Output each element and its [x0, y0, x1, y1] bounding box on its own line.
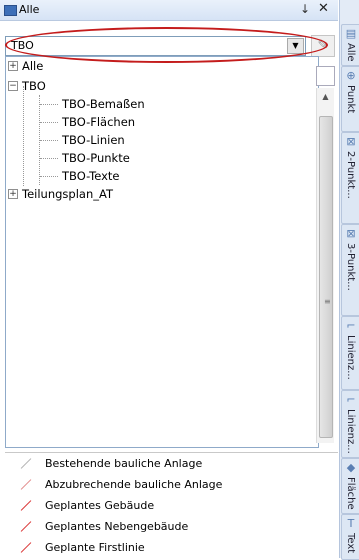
scrollbar-thumb[interactable]: ≡ — [319, 116, 333, 438]
tree-item-label: Teilungsplan_AT — [22, 187, 113, 201]
tree-item-label: TBO — [22, 79, 46, 93]
secondary-input[interactable] — [316, 66, 335, 86]
side-tab-label: 2-Punkt... — [345, 151, 356, 199]
tree-item-tbo-flaechen[interactable]: TBO-Flächen — [62, 113, 135, 131]
panel-title: Alle — [19, 3, 40, 16]
line-swatch — [20, 479, 32, 490]
tree-connector — [40, 122, 58, 123]
side-tab-strip: ▤ Alle ⊕ Punkt ⊠ 2-Punkt... ⊠ 3-Punkt...… — [339, 0, 359, 560]
collapse-icon[interactable]: − — [8, 81, 18, 91]
side-tab-3-punkt[interactable]: ⊠ 3-Punkt... — [341, 224, 359, 316]
legend-label: Abzubrechende bauliche Anlage — [45, 478, 223, 491]
side-tab-label: Fläche — [345, 477, 356, 510]
pin-icon[interactable]: ↓ — [300, 2, 310, 16]
text-icon: T — [347, 517, 355, 530]
layer-tree: + Alle − TBO TBO-Bemaßen TBO-Flächen TBO… — [5, 56, 319, 448]
side-tab-alle[interactable]: ▤ Alle — [341, 24, 359, 66]
side-tab-punkt[interactable]: ⊕ Punkt — [341, 66, 359, 132]
side-tab-flaeche[interactable]: ◆ Fläche — [341, 458, 359, 514]
tree-connector — [23, 86, 24, 186]
tree-item-label: TBO-Punkte — [62, 151, 130, 165]
tree-connector — [40, 176, 58, 177]
three-point-icon: ⊠ — [346, 227, 356, 240]
side-tab-label: Linienz... — [345, 335, 356, 380]
two-point-icon: ⊠ — [346, 135, 356, 148]
side-tab-2-punkt[interactable]: ⊠ 2-Punkt... — [341, 132, 359, 224]
edit-pen-button[interactable]: ✎ — [311, 35, 335, 57]
side-tab-label: Linienz... — [345, 409, 356, 454]
legend-label: Geplantes Nebengebäude — [45, 520, 189, 533]
line-swatch — [20, 458, 32, 469]
side-tab-label: Text — [345, 533, 356, 554]
layers-icon: ▤ — [345, 27, 357, 40]
legend-label: Geplantes Gebäude — [45, 499, 155, 512]
expand-icon[interactable]: + — [8, 189, 18, 199]
combobox-value: TBO — [11, 39, 34, 52]
side-tab-label: 3-Punkt... — [345, 243, 356, 291]
tree-item-tbo-texte[interactable]: TBO-Texte — [62, 167, 120, 185]
line-swatch — [20, 500, 32, 511]
tree-item-label: TBO-Flächen — [62, 115, 136, 129]
line-swatch — [20, 521, 32, 532]
side-tab-text[interactable]: T Text — [341, 514, 359, 560]
legend-label: Geplante Firstlinie — [45, 541, 145, 554]
tree-connector — [40, 104, 58, 105]
layer-panel: Alle ↓ ✕ TBO ▼ ✎ + Alle − TBO TBO-Bemaße… — [0, 0, 338, 559]
expand-icon[interactable]: + — [8, 61, 18, 71]
tree-item-label: Alle — [22, 59, 44, 73]
point-icon: ⊕ — [346, 69, 356, 82]
side-tab-linienzug-2[interactable]: ⌐ Linienz... — [341, 390, 359, 458]
tree-item-label: TBO-Linien — [62, 133, 125, 147]
legend-label: Bestehende bauliche Anlage — [45, 457, 203, 470]
tree-connector — [40, 158, 58, 159]
chevron-down-icon[interactable]: ▼ — [287, 38, 304, 54]
tree-item-tbo-linien[interactable]: TBO-Linien — [62, 131, 125, 149]
scroll-up-icon[interactable]: ▲ — [317, 92, 334, 104]
legend-list: Bestehende bauliche Anlage Abzubrechende… — [5, 452, 338, 559]
tree-connector — [40, 140, 58, 141]
polyline-icon: ⌐ — [346, 393, 356, 406]
side-tab-linienzug-1[interactable]: ⌐ Linienz... — [341, 316, 359, 390]
tree-item-label: TBO-Bemaßen — [62, 97, 145, 111]
tree-item-tbo-bemassen[interactable]: TBO-Bemaßen — [62, 95, 145, 113]
close-icon[interactable]: ✕ — [318, 1, 329, 16]
layers-icon — [4, 5, 17, 16]
side-tab-label: Punkt — [345, 85, 356, 114]
area-icon: ◆ — [346, 461, 356, 474]
vertical-scrollbar[interactable]: ▲ ≡ — [316, 88, 334, 443]
tree-item-tbo-punkte[interactable]: TBO-Punkte — [62, 149, 130, 167]
polyline-icon: ⌐ — [346, 319, 356, 332]
side-tab-label: Alle — [345, 43, 356, 62]
panel-titlebar: Alle ↓ ✕ — [0, 0, 338, 21]
grip-icon: ≡ — [324, 297, 331, 306]
tree-item-label: TBO-Texte — [62, 169, 120, 183]
layer-filter-combobox[interactable]: TBO ▼ — [5, 36, 306, 56]
line-swatch — [20, 542, 32, 553]
